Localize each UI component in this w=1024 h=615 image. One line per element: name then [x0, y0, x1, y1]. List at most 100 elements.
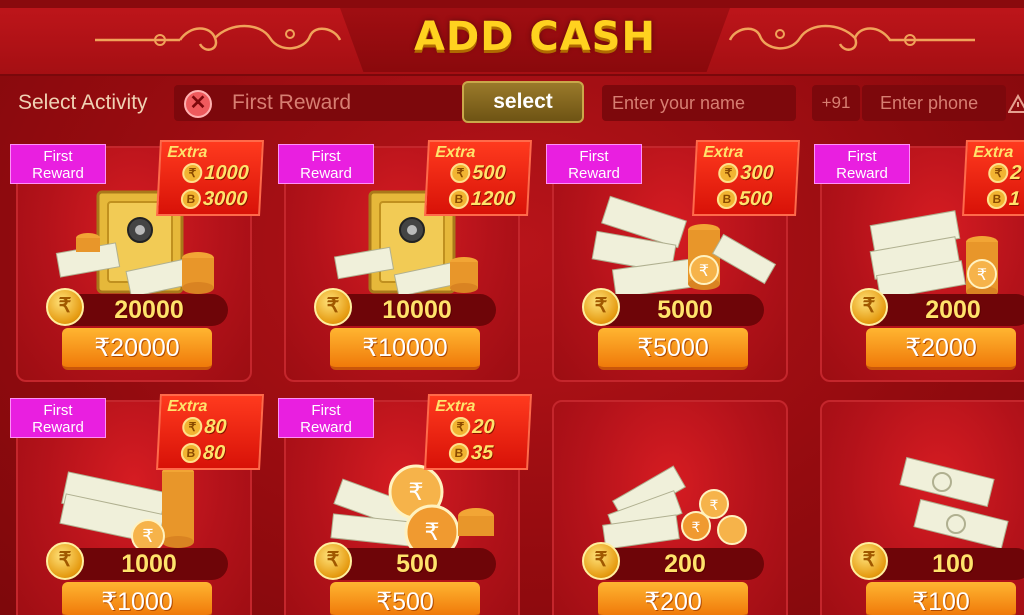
extra-title: Extra	[972, 144, 1014, 161]
rupee-coin-icon: ₹	[314, 288, 352, 326]
buy-button[interactable]: ₹5000	[598, 328, 748, 370]
package-card-1000[interactable]: ₹ First Reward Extra ₹80 B 80 ₹ 1000 ₹100…	[10, 394, 264, 615]
warning-icon	[1008, 94, 1024, 113]
buy-button[interactable]: ₹10000	[330, 328, 480, 370]
extra-badge: Extra ₹2 B1	[962, 140, 1024, 216]
svg-text:₹: ₹	[692, 519, 701, 535]
extra-rupee-row: ₹2	[987, 161, 1022, 184]
ornament-right-icon	[728, 24, 975, 51]
extra-bonus-value: 35	[470, 441, 494, 464]
rupee-coin-icon: ₹	[46, 542, 84, 580]
extra-title: Extra	[434, 144, 476, 161]
coin-amount: 200	[664, 550, 706, 578]
country-code: +91	[812, 85, 860, 121]
extra-title: Extra	[166, 144, 208, 161]
first-reward-badge: First Reward	[278, 398, 374, 438]
rupee-coin-icon: ₹	[449, 163, 471, 183]
rupee-coin-icon: ₹	[582, 542, 620, 580]
extra-rupee-value: 500	[471, 161, 507, 184]
buy-button[interactable]: ₹1000	[62, 582, 212, 615]
first-reward-text: First Reward	[32, 148, 84, 182]
buy-button[interactable]: ₹200	[598, 582, 748, 615]
select-activity-label: Select Activity	[18, 91, 148, 114]
first-reward-text: First Reward	[836, 148, 888, 182]
extra-bonus-value: 80	[202, 441, 226, 464]
activity-value: First Reward	[232, 91, 352, 114]
form-bar: Select Activity ✕ First Reward select +9…	[0, 80, 1024, 126]
extra-rupee-row: ₹300	[717, 161, 775, 184]
coin-amount: 10000	[382, 296, 452, 324]
header: ADD CASH	[0, 0, 1024, 76]
svg-text:₹: ₹	[977, 267, 987, 284]
extra-rupee-value: 1000	[203, 161, 250, 184]
extra-rupee-value: 20	[471, 415, 496, 438]
coin-amount: 500	[396, 550, 438, 578]
extra-rupee-row: ₹500	[449, 161, 507, 184]
page-title: ADD CASH	[414, 14, 656, 60]
package-card-5000[interactable]: ₹ First Reward Extra ₹300 B 500 ₹ 5000 ₹5…	[546, 140, 800, 382]
svg-text:₹: ₹	[142, 526, 153, 546]
bonus-b-icon: B	[180, 443, 202, 463]
first-reward-badge: First Reward	[10, 398, 106, 438]
extra-rupee-value: 2	[1009, 161, 1022, 184]
extra-title: Extra	[166, 398, 208, 415]
extra-rupee-row: ₹1000	[181, 161, 250, 184]
extra-badge: Extra ₹500 B 1200	[424, 140, 532, 216]
extra-badge: Extra ₹20 B 35	[424, 394, 532, 470]
bonus-b-icon: B	[986, 189, 1008, 209]
first-reward-text: First Reward	[300, 402, 352, 436]
bonus-b-icon: B	[448, 189, 470, 209]
ornament-left-icon	[95, 24, 342, 51]
select-button[interactable]: select	[462, 81, 584, 123]
extra-bonus-row: B 1200	[448, 188, 516, 210]
package-card-500[interactable]: ₹ ₹ First Reward Extra ₹20 B 35 ₹ 500 ₹50…	[278, 394, 532, 615]
extra-title: Extra	[702, 144, 744, 161]
extra-rupee-value: 80	[203, 415, 228, 438]
svg-text:₹: ₹	[408, 479, 423, 506]
rupee-coin-icon: ₹	[582, 288, 620, 326]
coin-amount: 1000	[121, 550, 177, 578]
coin-amount: 100	[932, 550, 974, 578]
extra-bonus-row: B 3000	[180, 188, 248, 210]
package-card-20000[interactable]: First Reward Extra ₹1000 B 3000 ₹ 20000 ₹…	[10, 140, 264, 382]
extra-rupee-value: 300	[739, 161, 775, 184]
rupee-coin-icon: ₹	[314, 542, 352, 580]
extra-bonus-value: 3000	[202, 187, 249, 210]
name-input[interactable]	[602, 85, 796, 121]
first-reward-text: First Reward	[32, 402, 84, 436]
rupee-coin-icon: ₹	[46, 288, 84, 326]
extra-bonus-row: B 80	[180, 441, 226, 464]
extra-rupee-row: ₹80	[181, 415, 228, 438]
coin-amount: 5000	[657, 296, 713, 324]
package-card-100[interactable]: ₹ 100 ₹100	[820, 400, 1024, 615]
first-reward-text: First Reward	[568, 148, 620, 182]
package-card-200[interactable]: ₹ ₹ ₹ 200 ₹200	[552, 400, 788, 615]
rupee-coin-icon: ₹	[181, 417, 203, 437]
rupee-coin-icon: ₹	[850, 288, 888, 326]
buy-button[interactable]: ₹2000	[866, 328, 1016, 370]
buy-button[interactable]: ₹20000	[62, 328, 212, 370]
phone-input[interactable]	[862, 85, 1006, 121]
rupee-coin-icon: ₹	[717, 163, 739, 183]
extra-badge: Extra ₹300 B 500	[692, 140, 800, 216]
rupee-coin-icon: ₹	[181, 163, 203, 183]
bonus-b-icon: B	[448, 443, 470, 463]
extra-badge: Extra ₹80 B 80	[156, 394, 264, 470]
extra-title: Extra	[434, 398, 476, 415]
buy-button[interactable]: ₹500	[330, 582, 480, 615]
first-reward-badge: First Reward	[278, 144, 374, 184]
first-reward-badge: First Reward	[10, 144, 106, 184]
extra-bonus-value: 1200	[470, 187, 517, 210]
bonus-b-icon: B	[716, 189, 738, 209]
coin-amount: 2000	[925, 296, 981, 324]
svg-text:₹: ₹	[710, 497, 719, 513]
package-card-2000[interactable]: ₹ First Reward Extra ₹2 B1 ₹ 2000 ₹2000	[814, 140, 1024, 382]
rupee-coin-icon: ₹	[850, 542, 888, 580]
svg-text:₹: ₹	[699, 263, 709, 280]
extra-bonus-value: 1	[1008, 187, 1021, 210]
buy-button[interactable]: ₹100	[866, 582, 1016, 615]
extra-bonus-value: 500	[738, 187, 773, 210]
package-card-10000[interactable]: First Reward Extra ₹500 B 1200 ₹ 10000 ₹1…	[278, 140, 532, 382]
close-icon[interactable]: ✕	[184, 90, 212, 118]
bonus-b-icon: B	[180, 189, 202, 209]
